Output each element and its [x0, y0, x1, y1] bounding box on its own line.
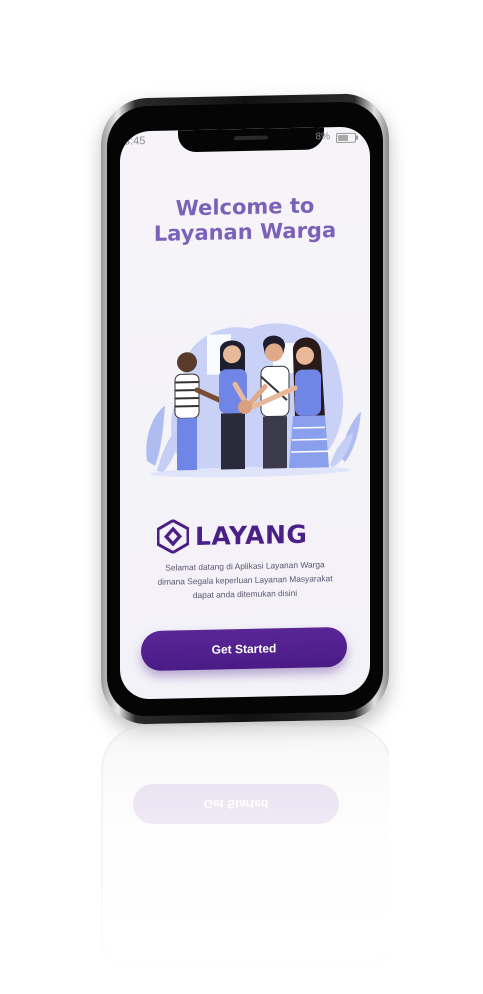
- status-time: 3:45: [124, 135, 146, 148]
- get-started-button[interactable]: Get Started: [141, 626, 347, 672]
- welcome-title-line2: Layanan Warga: [153, 218, 337, 246]
- phone-bezel: 3:45 8% Welcome to Layanan Warga LAYANG …: [107, 101, 383, 717]
- battery-percentage: 8%: [315, 131, 330, 143]
- brand-name: LAYANG: [195, 519, 308, 551]
- phone-reflection: Get Started: [101, 724, 389, 994]
- community-illustration: [146, 323, 361, 478]
- welcome-description: Selamat datang di Aplikasi Layanan Warga…: [128, 557, 362, 604]
- speaker-grille: [234, 135, 268, 141]
- welcome-title: Welcome to Layanan Warga: [120, 192, 370, 247]
- layang-logo-icon: [157, 519, 189, 554]
- brand-logo: LAYANG: [157, 515, 337, 555]
- reflection-frame: [101, 724, 389, 968]
- reflection-button: Get Started: [133, 784, 339, 824]
- camera-notch: [178, 127, 324, 153]
- battery-icon: [336, 132, 356, 144]
- battery-level: [338, 134, 348, 142]
- phone-frame: 3:45 8% Welcome to Layanan Warga LAYANG …: [101, 92, 389, 726]
- app-screen: 3:45 8% Welcome to Layanan Warga LAYANG …: [120, 126, 370, 700]
